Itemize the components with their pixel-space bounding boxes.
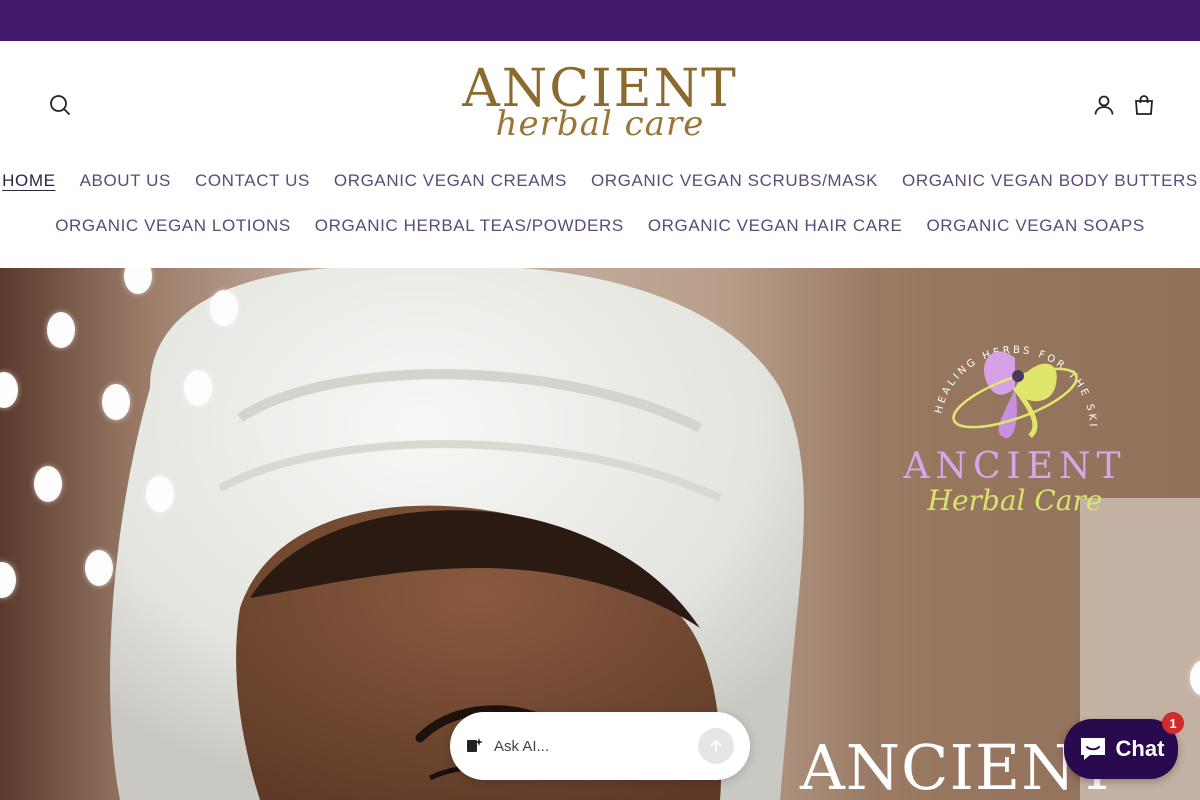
- brand-emblem-subtitle: Herbal Care: [927, 484, 1103, 517]
- cart-icon[interactable]: [1130, 91, 1158, 119]
- ai-sparkle-icon: [467, 738, 483, 752]
- account-icon[interactable]: [1090, 91, 1118, 119]
- main-nav-row-1: HOME ABOUT US CONTACT US ORGANIC VEGAN C…: [0, 169, 1200, 193]
- chat-button[interactable]: Chat: [1064, 719, 1178, 779]
- search-icon[interactable]: [46, 91, 74, 119]
- decorative-dot: [184, 370, 212, 406]
- butterfly-icon: HEALING HERBS FOR THE SKIN: [885, 310, 1095, 439]
- site-header: ANCIENT herbal care HOME ABOUT US CONTAC…: [0, 41, 1200, 268]
- chat-bubble-icon: [1080, 738, 1105, 760]
- ask-ai-widget: [450, 712, 750, 780]
- decorative-dot: [210, 290, 238, 326]
- nav-organic-vegan-scrubs-mask[interactable]: ORGANIC VEGAN SCRUBS/MASK: [579, 169, 890, 193]
- decorative-dot: [146, 476, 174, 512]
- brand-emblem: HEALING HERBS FOR THE SKIN ANCIENT Herba…: [885, 310, 1140, 528]
- decorative-dot: [102, 384, 130, 420]
- nav-about-us[interactable]: ABOUT US: [68, 169, 183, 193]
- nav-organic-vegan-lotions[interactable]: ORGANIC VEGAN LOTIONS: [43, 214, 303, 238]
- nav-organic-vegan-creams[interactable]: ORGANIC VEGAN CREAMS: [322, 169, 579, 193]
- nav-organic-vegan-body-butters[interactable]: ORGANIC VEGAN BODY BUTTERS: [890, 169, 1200, 193]
- decorative-dot: [47, 312, 75, 348]
- brand-emblem-title: ANCIENT: [903, 446, 1127, 487]
- main-nav-row-2: ORGANIC VEGAN LOTIONS ORGANIC HERBAL TEA…: [0, 214, 1200, 238]
- nav-organic-vegan-soaps[interactable]: ORGANIC VEGAN SOAPS: [914, 214, 1156, 238]
- site-logo[interactable]: ANCIENT herbal care: [440, 63, 760, 145]
- nav-organic-vegan-hair-care[interactable]: ORGANIC VEGAN HAIR CARE: [636, 214, 915, 238]
- chat-label: Chat: [1115, 736, 1165, 761]
- nav-organic-herbal-teas-powders[interactable]: ORGANIC HERBAL TEAS/POWDERS: [303, 214, 636, 238]
- nav-home[interactable]: HOME: [0, 169, 68, 193]
- decorative-dot: [34, 466, 62, 502]
- ask-ai-send-button[interactable]: [698, 728, 734, 764]
- chat-notification-badge: 1: [1162, 712, 1184, 734]
- nav-contact-us[interactable]: CONTACT US: [183, 169, 322, 193]
- announcement-bar: [0, 0, 1200, 41]
- arrow-up-icon: [710, 739, 722, 752]
- ask-ai-input[interactable]: [494, 737, 698, 755]
- decorative-dot: [85, 550, 113, 586]
